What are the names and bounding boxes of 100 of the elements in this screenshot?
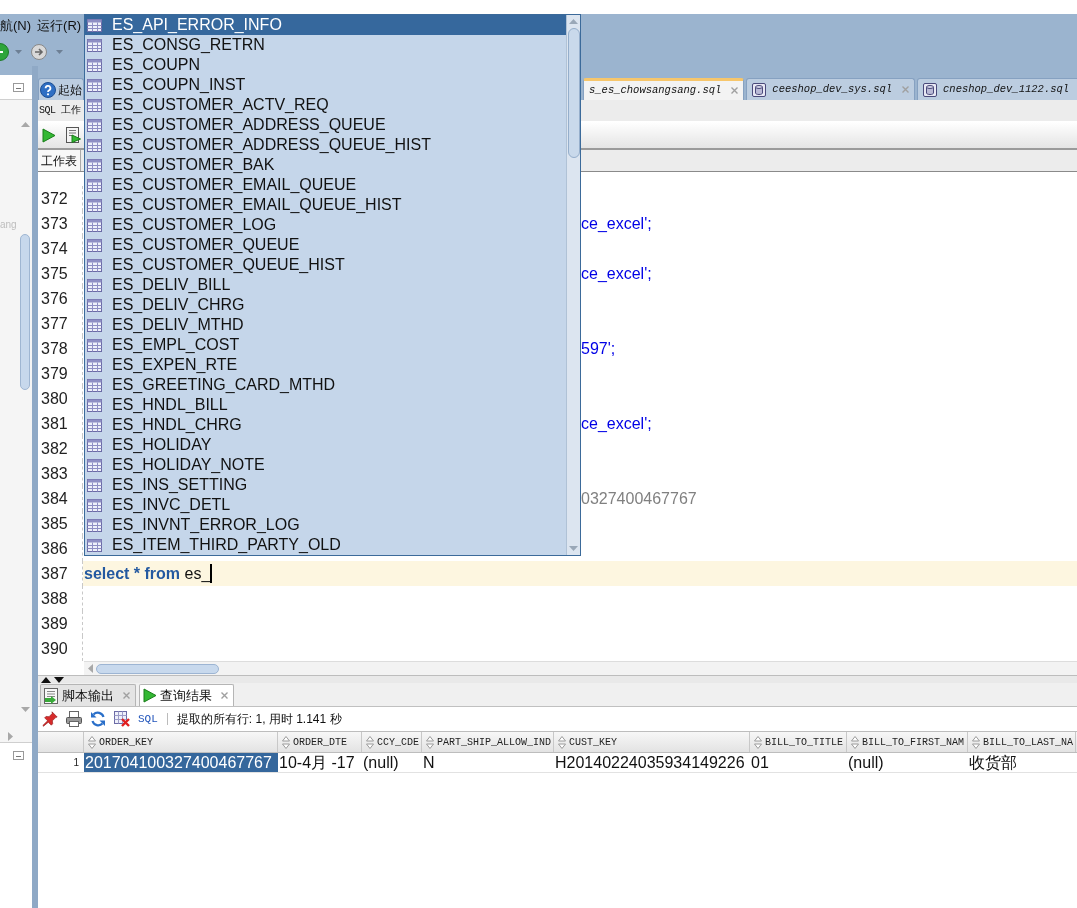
triangle-up-icon[interactable]	[41, 676, 51, 683]
editor-tab[interactable]: 起始	[38, 78, 84, 100]
table-icon	[87, 298, 102, 312]
print-icon[interactable]	[66, 711, 82, 727]
scroll-right-icon[interactable]	[8, 731, 13, 741]
sort-icon	[88, 735, 96, 749]
autocomplete-item[interactable]: ES_EMPL_COST	[85, 335, 566, 355]
autocomplete-item[interactable]: ES_HNDL_BILL	[85, 395, 566, 415]
autocomplete-item[interactable]: ES_HOLIDAY	[85, 435, 566, 455]
editor-tab[interactable]: s_es_chowsangsang.sql	[583, 78, 745, 100]
column-header[interactable]: BILL_TO_LAST_NA	[968, 732, 1076, 752]
autocomplete-item[interactable]: ES_CUSTOMER_EMAIL_QUEUE	[85, 175, 566, 195]
output-tab[interactable]: 查询结果	[139, 684, 234, 706]
close-icon[interactable]	[902, 86, 910, 93]
autocomplete-item[interactable]: ES_GREETING_CARD_MTHD	[85, 375, 566, 395]
pushpin-icon[interactable]	[42, 711, 58, 727]
close-icon[interactable]	[731, 87, 739, 94]
table-cell[interactable]: 收货部	[968, 753, 1076, 772]
line-number: 382	[41, 438, 68, 459]
scrollbar-thumb[interactable]	[20, 234, 30, 390]
caret-icon[interactable]	[56, 50, 63, 54]
menu-item[interactable]: 运行(R)	[37, 16, 82, 36]
table-cell[interactable]: (null)	[847, 753, 968, 772]
scroll-down-icon[interactable]	[569, 546, 578, 551]
editor-tab[interactable]: cneshop_dev_1122.sql	[917, 78, 1077, 100]
autocomplete-item[interactable]: ES_HNDL_CHRG	[85, 415, 566, 435]
scrollbar-thumb[interactable]	[567, 28, 580, 158]
menu-item[interactable]: 航(N)	[0, 16, 32, 36]
code-text: ce_excel';	[581, 213, 652, 234]
autocomplete-item[interactable]: ES_CUSTOMER_ADDRESS_QUEUE	[85, 115, 566, 135]
autocomplete-item[interactable]: ES_INVNT_ERROR_LOG	[85, 515, 566, 535]
autocomplete-item[interactable]: ES_API_ERROR_INFO	[85, 15, 566, 35]
sql-link[interactable]: SQL	[138, 710, 158, 728]
minimize-icon[interactable]	[13, 82, 24, 92]
table-icon	[87, 418, 102, 432]
autocomplete-item[interactable]: ES_COUPN_INST	[85, 75, 566, 95]
table-cell[interactable]: 201704100327400467767	[84, 753, 278, 772]
table-cell[interactable]: (null)	[362, 753, 422, 772]
line-number: 374	[41, 238, 68, 259]
arrow-circle-icon[interactable]	[31, 44, 47, 60]
autocomplete-item[interactable]: ES_CUSTOMER_ACTV_REQ	[85, 95, 566, 115]
autocomplete-item[interactable]: ES_CUSTOMER_QUEUE_HIST	[85, 255, 566, 275]
column-header[interactable]: BILL_TO_TITLE	[750, 732, 847, 752]
table-cell[interactable]: N	[422, 753, 554, 772]
autocomplete-item[interactable]: ES_DELIV_CHRG	[85, 295, 566, 315]
editor-tab[interactable]: ceeshop_dev_sys.sql	[746, 78, 916, 100]
table-icon	[87, 478, 102, 492]
column-header[interactable]: ORDER_DTE	[278, 732, 362, 752]
code-text: 597';	[581, 338, 616, 359]
scroll-up-icon[interactable]	[20, 122, 30, 127]
autocomplete-item[interactable]: ES_HOLIDAY_NOTE	[85, 455, 566, 475]
autocomplete-item[interactable]: ES_CUSTOMER_EMAIL_QUEUE_HIST	[85, 195, 566, 215]
minimize-icon[interactable]	[13, 750, 24, 760]
table-cell[interactable]: H20140224035934149226	[554, 753, 750, 772]
autocomplete-item[interactable]: ES_DELIV_BILL	[85, 275, 566, 295]
run-icon[interactable]	[143, 688, 157, 703]
autocomplete-item[interactable]: ES_CUSTOMER_BAK	[85, 155, 566, 175]
scroll-up-icon[interactable]	[569, 19, 578, 24]
caret-icon[interactable]	[15, 50, 22, 54]
table-cell[interactable]: 10-4月 -17	[278, 753, 362, 772]
autocomplete-item[interactable]: ES_DELIV_MTHD	[85, 315, 566, 335]
triangle-down-icon[interactable]	[54, 676, 64, 683]
column-header[interactable]: BILL_TO_FIRST_NAM	[847, 732, 968, 752]
table-icon	[87, 138, 102, 152]
scrollbar-thumb[interactable]	[96, 663, 219, 674]
autocomplete-item[interactable]: ES_CONSG_RETRN	[85, 35, 566, 55]
line-number: 384	[41, 488, 68, 509]
output-tab[interactable]: 脚本输出	[40, 684, 136, 706]
run-icon[interactable]	[42, 127, 56, 143]
close-icon[interactable]	[221, 692, 228, 699]
table-delete-icon[interactable]	[114, 711, 130, 727]
line-number: 381	[41, 413, 68, 434]
line-number: 385	[41, 513, 68, 534]
autocomplete-item[interactable]: ES_CUSTOMER_ADDRESS_QUEUE_HIST	[85, 135, 566, 155]
sort-icon	[282, 735, 290, 749]
line-number: 380	[41, 388, 68, 409]
line-number: 383	[41, 463, 68, 484]
autocomplete-item[interactable]: ES_INVC_DETL	[85, 495, 566, 515]
sort-icon	[366, 735, 374, 749]
table-cell[interactable]: 01	[750, 753, 847, 772]
refresh-icon[interactable]	[90, 711, 106, 727]
column-header[interactable]: CUST_KEY	[554, 732, 750, 752]
code-text: select * from es_	[84, 563, 211, 584]
autocomplete-item[interactable]: ES_EXPEN_RTE	[85, 355, 566, 375]
close-icon[interactable]	[123, 692, 130, 699]
autocomplete-item[interactable]: ES_CUSTOMER_QUEUE	[85, 235, 566, 255]
column-header[interactable]: CCY_CDE	[362, 732, 422, 752]
autocomplete-item[interactable]: ES_CUSTOMER_LOG	[85, 215, 566, 235]
autocomplete-item[interactable]: ES_COUPN	[85, 55, 566, 75]
scroll-down-icon[interactable]	[20, 707, 30, 712]
scroll-left-icon[interactable]	[88, 664, 93, 673]
autocomplete-item[interactable]: ES_ITEM_THIRD_PARTY_OLD	[85, 535, 566, 555]
worksheet-tab[interactable]: 工作表	[38, 150, 81, 171]
document-play-icon[interactable]	[66, 127, 81, 143]
table-icon	[87, 98, 102, 112]
column-header[interactable]: PART_SHIP_ALLOW_IND	[422, 732, 554, 752]
autocomplete-item[interactable]: ES_INS_SETTING	[85, 475, 566, 495]
column-header[interactable]: ORDER_KEY	[84, 732, 278, 752]
table-icon	[87, 378, 102, 392]
sort-icon	[754, 735, 762, 749]
